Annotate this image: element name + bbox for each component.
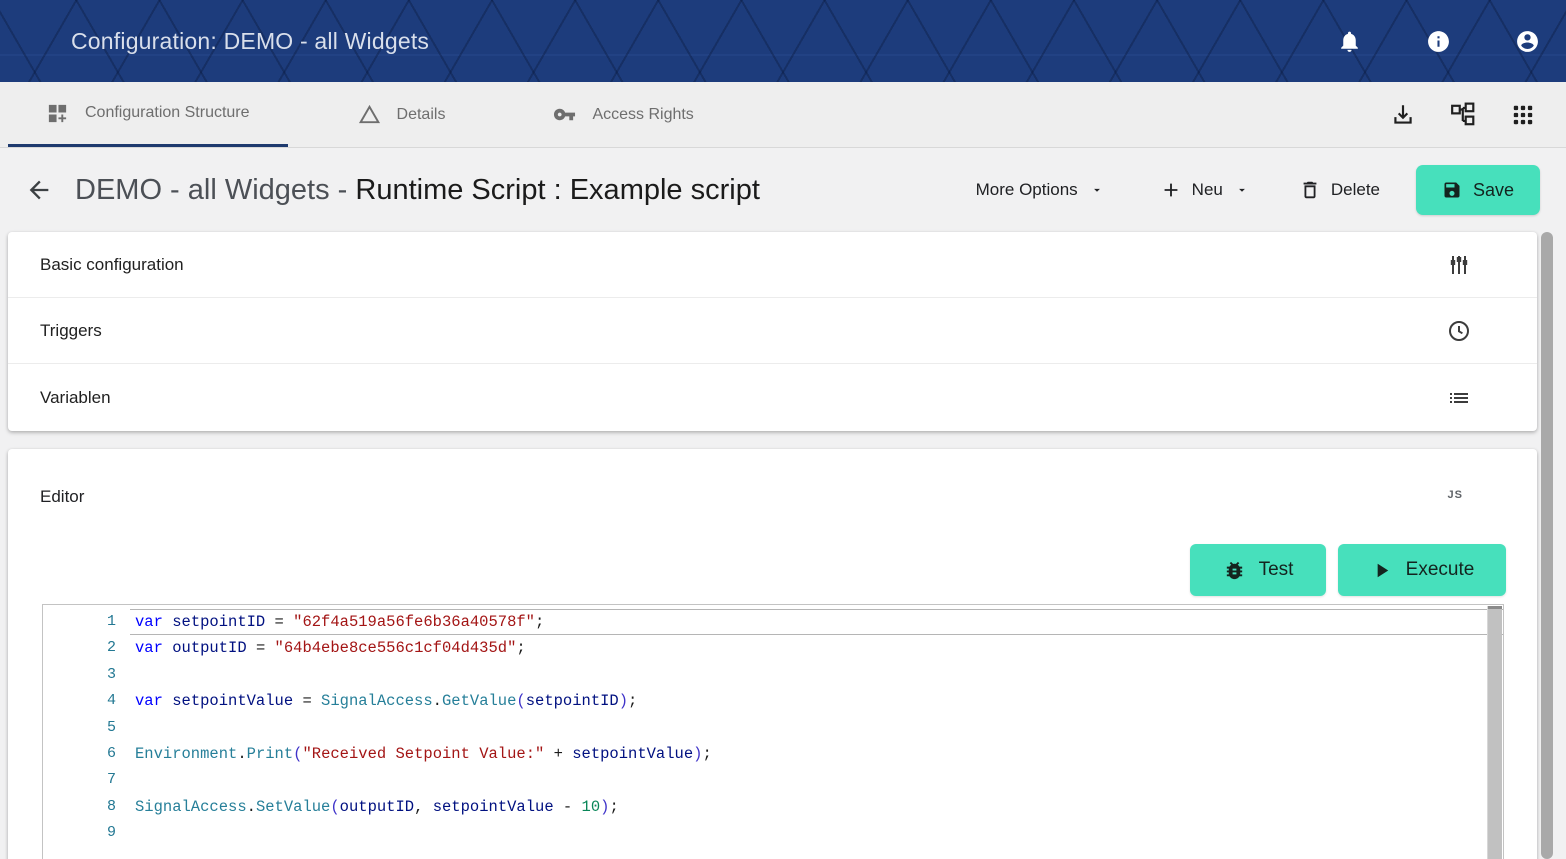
delete-button[interactable]: Delete <box>1299 179 1380 201</box>
code-line[interactable]: Environment.Print("Received Setpoint Val… <box>130 741 1503 767</box>
save-label: Save <box>1473 180 1514 201</box>
download-icon[interactable] <box>1390 102 1416 128</box>
line-number: 5 <box>43 715 130 741</box>
line-number: 7 <box>43 767 130 793</box>
back-arrow-icon[interactable] <box>25 176 53 204</box>
toolbar-row: DEMO - all Widgets - Runtime Script : Ex… <box>0 148 1566 232</box>
key-icon <box>553 103 576 126</box>
tab-configuration-structure[interactable]: Configuration Structure <box>8 82 288 147</box>
line-number: 4 <box>43 688 130 714</box>
code-line[interactable] <box>130 820 1503 846</box>
code-line[interactable]: var outputID = "64b4ebe8ce556c1cf04d435d… <box>130 635 1503 661</box>
app-title: Configuration: DEMO - all Widgets <box>71 28 429 55</box>
editor-code[interactable]: var setpointID = "62f4a519a56fe6b36a4057… <box>130 605 1503 859</box>
line-number: 1 <box>43 609 130 635</box>
toolbar-actions: More Options Neu Delete Save <box>976 165 1566 215</box>
dashboard-customize-icon <box>46 102 69 125</box>
code-line[interactable] <box>130 767 1503 793</box>
page-title-prefix: DEMO - all Widgets - <box>75 174 355 206</box>
play-icon <box>1370 559 1393 582</box>
section-label: Basic configuration <box>40 255 184 275</box>
section-triggers[interactable]: Triggers <box>8 298 1537 364</box>
plus-icon <box>1160 179 1182 201</box>
tabs: Configuration Structure Details Access R… <box>8 82 764 147</box>
tab-bar: Configuration Structure Details Access R… <box>0 82 1566 148</box>
header-icons <box>1337 29 1566 54</box>
app-header: Configuration: DEMO - all Widgets <box>0 0 1566 82</box>
editor-card: Editor JS Test Execute 123456789 var set… <box>8 449 1537 859</box>
more-options-label: More Options <box>976 180 1078 200</box>
apps-grid-icon[interactable] <box>1510 102 1536 128</box>
sliders-icon <box>1447 253 1471 277</box>
account-icon[interactable] <box>1515 29 1540 54</box>
page-title: DEMO - all Widgets - Runtime Script : Ex… <box>75 174 760 207</box>
tabbar-actions <box>1390 82 1566 147</box>
clock-icon <box>1447 319 1471 343</box>
section-variablen[interactable]: Variablen <box>8 364 1537 431</box>
tab-label: Access Rights <box>592 106 693 124</box>
caret-down-icon <box>1090 183 1104 197</box>
line-number: 8 <box>43 794 130 820</box>
info-icon[interactable] <box>1426 29 1451 54</box>
section-basic-configuration[interactable]: Basic configuration <box>8 232 1537 298</box>
page-title-main: Runtime Script : Example script <box>355 174 760 206</box>
list-icon <box>1447 386 1471 410</box>
warning-triangle-icon <box>358 103 381 126</box>
test-label: Test <box>1259 559 1294 581</box>
configuration-card: Basic configuration Triggers Variablen <box>8 232 1537 431</box>
line-number: 6 <box>43 741 130 767</box>
line-number: 3 <box>43 662 130 688</box>
trash-icon <box>1299 179 1321 201</box>
section-label: Variablen <box>40 388 111 408</box>
language-badge: JS <box>1448 489 1463 501</box>
editor-scrollbar[interactable] <box>1487 606 1502 859</box>
test-button[interactable]: Test <box>1190 544 1326 596</box>
bug-icon <box>1223 559 1246 582</box>
save-icon <box>1442 180 1462 200</box>
tab-label: Configuration Structure <box>85 104 250 122</box>
bell-icon[interactable] <box>1337 29 1362 54</box>
editor-section-label: Editor <box>40 487 84 507</box>
code-line[interactable]: var setpointValue = SignalAccess.GetValu… <box>130 688 1503 714</box>
delete-label: Delete <box>1331 180 1380 200</box>
section-label: Triggers <box>40 321 102 341</box>
line-number: 2 <box>43 635 130 661</box>
page-scrollbar[interactable] <box>1541 232 1553 859</box>
hierarchy-icon[interactable] <box>1450 102 1476 128</box>
tab-label: Details <box>397 106 446 124</box>
neu-button[interactable]: Neu <box>1160 179 1249 201</box>
code-editor[interactable]: 123456789 var setpointID = "62f4a519a56f… <box>42 604 1504 859</box>
code-line[interactable]: SignalAccess.SetValue(outputID, setpoint… <box>130 794 1503 820</box>
caret-down-icon <box>1235 183 1249 197</box>
tab-access-rights[interactable]: Access Rights <box>515 82 731 147</box>
line-number: 9 <box>43 820 130 846</box>
code-line[interactable] <box>130 715 1503 741</box>
save-button[interactable]: Save <box>1416 165 1540 215</box>
execute-button[interactable]: Execute <box>1338 544 1506 596</box>
code-line[interactable] <box>130 662 1503 688</box>
neu-label: Neu <box>1192 180 1223 200</box>
editor-gutter: 123456789 <box>43 605 130 859</box>
execute-label: Execute <box>1406 559 1475 581</box>
tab-details[interactable]: Details <box>320 82 484 147</box>
more-options-button[interactable]: More Options <box>976 180 1104 200</box>
code-line[interactable]: var setpointID = "62f4a519a56fe6b36a4057… <box>130 609 1503 635</box>
